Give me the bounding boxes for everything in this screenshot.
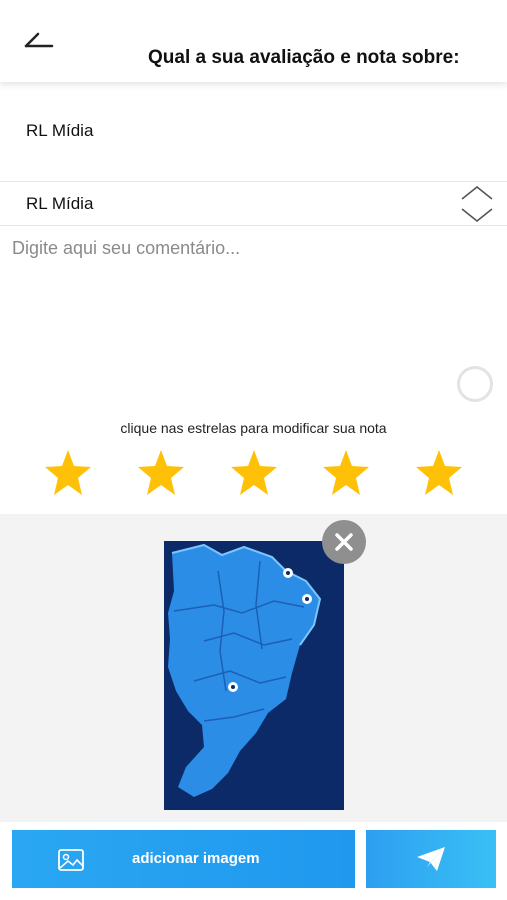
star-icon-4[interactable] [321,448,371,498]
send-button[interactable] [366,830,496,888]
image-icon [57,846,85,874]
back-arrow-icon[interactable] [22,28,58,56]
add-image-label: adicionar imagem [132,850,260,867]
selector-value: RL Mídia [26,194,94,213]
attached-image-thumbnail[interactable] [164,541,344,810]
rating-hint: clique nas estrelas para modificar sua n… [120,420,387,436]
paper-plane-icon [415,845,447,873]
close-icon [335,533,353,551]
up-down-chevron-icon[interactable] [458,183,496,225]
remove-image-button[interactable] [322,520,366,564]
page-title: Qual a sua avaliação e nota sobre: [148,47,460,68]
comment-field[interactable] [12,238,497,388]
loading-spinner-icon [457,366,493,402]
brazil-map-image [164,541,344,810]
star-icon-3[interactable] [229,448,279,498]
star-icon-1[interactable] [43,448,93,498]
add-image-button[interactable]: adicionar imagem [12,830,355,888]
attachment-gallery [0,514,507,822]
star-icon-5[interactable] [414,448,464,498]
star-icon-2[interactable] [136,448,186,498]
header: Qual a sua avaliação e nota sobre: [0,0,507,82]
target-selector[interactable]: RL Mídia [0,181,507,226]
review-target-name: RL Mídia [26,121,94,140]
star-rating [0,448,507,502]
